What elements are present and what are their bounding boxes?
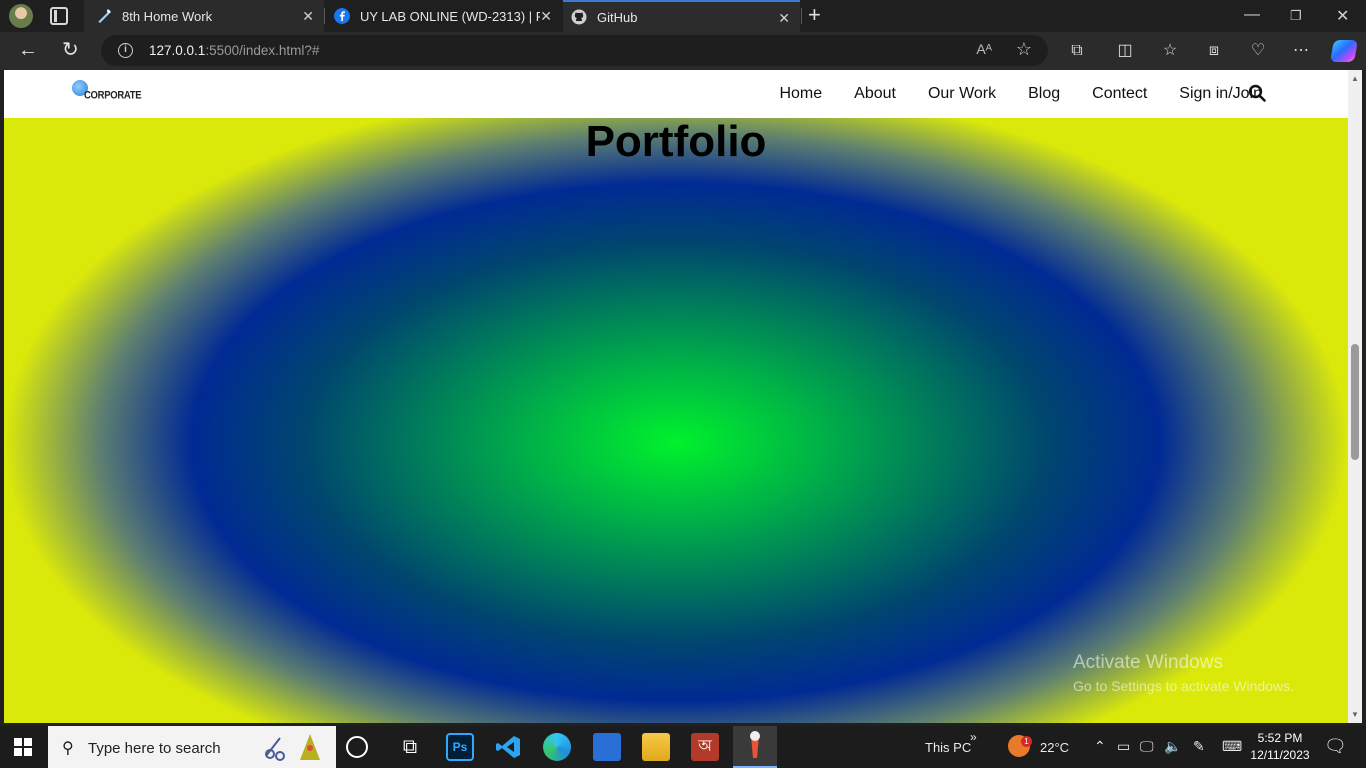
collections-icon[interactable]: ⧈ — [1204, 41, 1224, 61]
tab-github[interactable]: GitHub ✕ — [563, 0, 800, 32]
minimize-icon[interactable]: — — [1244, 6, 1260, 24]
battery-icon[interactable]: ▭ — [1117, 738, 1130, 755]
favorite-star-icon[interactable]: ☆ — [1016, 39, 1032, 60]
nav-our-work[interactable]: Our Work — [928, 85, 996, 103]
site-header: CORPORATE Home About Our Work Blog Conte… — [4, 70, 1348, 118]
clock-date: 12/11/2023 — [1250, 748, 1310, 762]
profile-avatar[interactable] — [9, 4, 33, 28]
volume-icon[interactable]: 🔈 — [1164, 738, 1181, 755]
keyboard-icon[interactable]: ⌨ — [1222, 738, 1242, 755]
close-tab-icon[interactable]: ✕ — [778, 10, 790, 27]
file-explorer-icon[interactable] — [642, 733, 670, 761]
watermark-title: Activate Windows — [1073, 652, 1223, 673]
close-tab-icon[interactable]: ✕ — [302, 8, 314, 25]
tab-title: 8th Home Work — [122, 8, 213, 24]
github-icon — [571, 9, 587, 25]
back-icon[interactable]: ← — [18, 40, 38, 60]
search-highlight-icon — [265, 734, 320, 761]
windows-start-icon[interactable] — [14, 738, 32, 756]
pen-icon[interactable]: ✎ — [1193, 738, 1205, 755]
vscode-live-server-icon — [98, 9, 111, 23]
address-bar[interactable]: i 127.0.0.1:5500/index.html?# Aᴬ ☆ — [101, 35, 1048, 66]
avro-keyboard-icon[interactable]: অ — [691, 733, 719, 761]
search-icon: ⚲ — [62, 740, 74, 757]
scroll-down-icon[interactable]: ▼ — [1351, 710, 1359, 719]
main-nav: Home About Our Work Blog Contect Sign in… — [779, 70, 1262, 118]
scroll-thumb[interactable] — [1351, 344, 1359, 460]
clock-time: 5:52 PM — [1257, 731, 1303, 745]
nav-home[interactable]: Home — [779, 85, 822, 103]
clock[interactable]: 5:52 PM 12/11/2023 — [1248, 730, 1312, 764]
browser-tab-bar: 8th Home Work ✕ UY LAB ONLINE (WD-2313) … — [0, 0, 1366, 32]
video-editor-icon[interactable] — [593, 733, 621, 761]
tab-separator — [801, 8, 802, 24]
refresh-icon[interactable]: ↻ — [62, 40, 79, 60]
settings-more-icon[interactable]: ⋯ — [1291, 41, 1311, 61]
split-screen-icon[interactable]: ◫ — [1115, 41, 1135, 61]
copilot-icon[interactable] — [1330, 40, 1358, 62]
new-tab-button[interactable]: + — [808, 4, 821, 26]
this-pc-toolbar[interactable]: This PC — [925, 740, 971, 755]
extensions-icon[interactable]: ⧉ — [1067, 41, 1087, 61]
nav-about[interactable]: About — [854, 85, 896, 103]
nav-contect[interactable]: Contect — [1092, 85, 1147, 103]
site-info-icon[interactable]: i — [118, 43, 133, 58]
tab-title: UY LAB ONLINE (WD-2313) | Fac — [360, 8, 540, 24]
favorites-icon[interactable]: ☆ — [1160, 41, 1180, 61]
edge-icon[interactable] — [543, 733, 571, 761]
show-hidden-icons-icon[interactable]: ⌃ — [1094, 738, 1106, 755]
search-icon[interactable] — [1248, 84, 1266, 102]
tab-actions-icon[interactable] — [50, 7, 68, 25]
address-toolbar: ← ↻ i 127.0.0.1:5500/index.html?# Aᴬ ☆ ⧉… — [0, 32, 1366, 70]
close-tab-icon[interactable]: ✕ — [540, 8, 552, 25]
toolbar-expand-icon[interactable]: » — [970, 730, 977, 744]
weather-badge: 1 — [1021, 736, 1032, 747]
task-view-icon[interactable]: ⧉ — [396, 733, 424, 761]
search-placeholder: Type here to search — [88, 740, 221, 757]
tab-uy-lab-facebook[interactable]: UY LAB ONLINE (WD-2313) | Fac ✕ — [326, 0, 562, 32]
site-logo[interactable]: CORPORATE — [72, 80, 142, 102]
tab-8th-home-work[interactable]: 8th Home Work ✕ — [84, 0, 324, 32]
windows-taskbar: ⚲ Type here to search ⧉ Ps অ This PC » 1… — [0, 726, 1366, 768]
taskbar-search-box[interactable]: ⚲ Type here to search — [48, 726, 336, 768]
web-page: CORPORATE Home About Our Work Blog Conte… — [4, 70, 1348, 723]
photoshop-icon[interactable]: Ps — [446, 733, 474, 761]
tab-separator — [324, 8, 325, 24]
nav-blog[interactable]: Blog — [1028, 85, 1060, 103]
close-window-icon[interactable]: ✕ — [1336, 6, 1349, 26]
active-app-icon[interactable] — [733, 726, 777, 768]
tab-title: GitHub — [597, 9, 638, 25]
activate-windows-watermark: Activate Windows Go to Settings to activ… — [1073, 652, 1294, 694]
page-title: Portfolio — [585, 117, 767, 166]
browser-essentials-icon[interactable]: ♡ — [1248, 41, 1268, 61]
network-icon[interactable]: 🖵 — [1140, 738, 1154, 755]
page-scrollbar[interactable]: ▲ ▼ — [1348, 70, 1362, 723]
read-aloud-icon[interactable]: Aᴬ — [976, 41, 992, 57]
vscode-icon[interactable] — [494, 733, 522, 761]
notifications-icon[interactable]: 🗨 — [1324, 736, 1347, 757]
restore-icon[interactable]: ❐ — [1290, 8, 1302, 24]
facebook-icon — [334, 8, 350, 24]
temperature[interactable]: 22°C — [1040, 740, 1069, 755]
cortana-icon[interactable] — [346, 736, 368, 758]
url-text[interactable]: 127.0.0.1:5500/index.html?# — [149, 43, 319, 58]
watermark-subtitle: Go to Settings to activate Windows. — [1073, 678, 1294, 694]
logo-text: CORPORATE — [84, 89, 142, 102]
scroll-up-icon[interactable]: ▲ — [1351, 74, 1359, 83]
